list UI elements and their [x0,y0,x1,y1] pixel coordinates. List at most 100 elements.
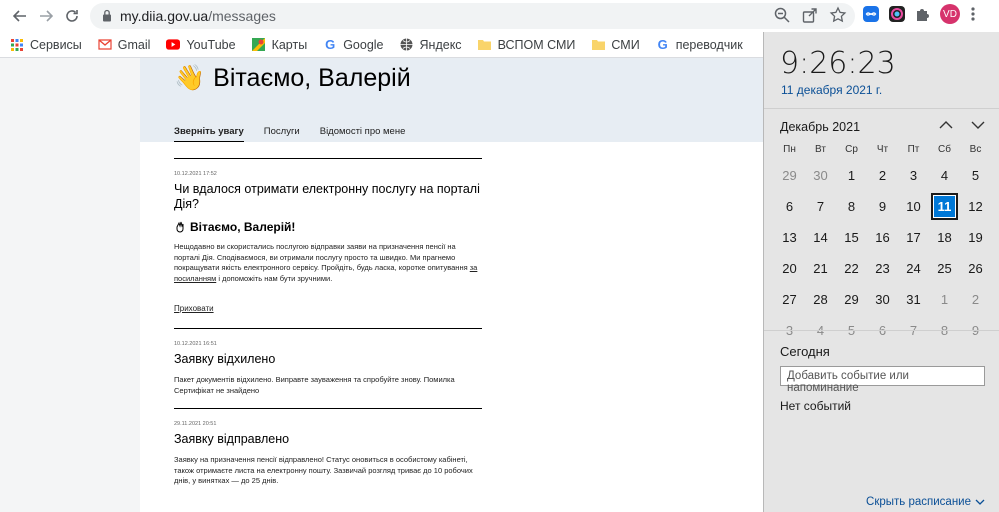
bookmark-label: переводчик [675,37,743,52]
calendar-day[interactable]: 22 [836,253,867,284]
chevron-down-icon [975,499,985,505]
calendar-day-today[interactable]: 11 [931,193,958,220]
calendar-day[interactable]: 6 [774,191,805,222]
bookmark-label: Сервисы [30,37,82,52]
calendar-day[interactable]: 2 [960,284,991,315]
extensions-puzzle-icon[interactable] [914,5,932,23]
calendar-day[interactable]: 19 [960,222,991,253]
calendar-day[interactable]: 20 [774,253,805,284]
arrow-left-icon [13,10,26,22]
clock-time: 9:26:23 [780,46,896,81]
address-bar[interactable]: my.diia.gov.ua/messages [90,3,855,29]
weekday-label: Вс [969,144,982,155]
calendar-day[interactable]: 28 [805,284,836,315]
bookmark-label: Google [343,37,384,52]
share-icon[interactable] [801,6,819,24]
forward-button[interactable] [34,4,58,28]
calendar-day[interactable]: 24 [898,253,929,284]
tab-bar: Зверніть увагу Послуги Відомості про мен… [174,126,425,142]
google-icon: G [657,37,668,52]
bookmark-google[interactable]: G Google [323,37,384,52]
calendar-day[interactable]: 27 [774,284,805,315]
calendar-day[interactable]: 31 [898,284,929,315]
calendar-day[interactable]: 26 [960,253,991,284]
extension-infinity-icon[interactable] [862,5,880,23]
tab-attention[interactable]: Зверніть увагу [174,126,244,142]
url-text: my.diia.gov.ua/messages [120,8,276,24]
apps-grid-icon [10,38,24,52]
calendar-day[interactable]: 3 [898,160,929,191]
bookmark-yandex[interactable]: Яндекс [400,38,462,52]
add-event-input[interactable]: Добавить событие или напоминание [780,366,985,394]
calendar-day[interactable]: 2 [867,160,898,191]
calendar-day[interactable]: 30 [805,160,836,191]
calendar-day[interactable]: 1 [929,284,960,315]
calendar-day[interactable]: 17 [898,222,929,253]
waving-hand-icon: 👋 [174,64,206,92]
calendar-day[interactable]: 29 [836,284,867,315]
calendar-day[interactable]: 10 [898,191,929,222]
divider [764,330,999,331]
page-title-text: Вітаємо, Валерій [213,64,411,92]
message-date: 10.12.2021 16:51 [174,341,217,347]
maps-icon [252,38,266,52]
extension-color-ring-icon[interactable] [888,5,906,23]
bookmark-apps[interactable]: Сервисы [10,38,82,52]
message-date: 10.12.2021 17:52 [174,171,217,177]
menu-kebab-icon[interactable] [968,5,978,23]
bookmark-translator[interactable]: G переводчик [656,37,743,52]
bookmark-folder-vspom[interactable]: ВСПОМ СМИ [478,37,576,52]
url-path: /messages [208,8,276,24]
hide-schedule-link[interactable]: Скрыть расписание [866,496,985,508]
calendar-day[interactable]: 4 [929,160,960,191]
calendar-month[interactable]: Декабрь 2021 [780,120,860,134]
youtube-icon [166,38,181,52]
chevron-up-icon[interactable] [939,118,953,132]
weekday-header: Пн Вт Ср Чт Пт Сб Вс [774,144,992,160]
tab-services[interactable]: Послуги [264,126,300,142]
arrow-right-icon [40,10,53,22]
calendar-day[interactable]: 23 [867,253,898,284]
back-button[interactable] [8,4,32,28]
message-date: 29.11.2021 20:51 [174,421,217,427]
calendar-day[interactable]: 29 [774,160,805,191]
calendar-day[interactable]: 1 [836,160,867,191]
calendar-day[interactable]: 13 [774,222,805,253]
calendar-day[interactable]: 9 [867,191,898,222]
hide-message-button[interactable]: Приховати [174,304,214,313]
calendar-day[interactable]: 8 [836,191,867,222]
calendar-day[interactable]: 18 [929,222,960,253]
zoom-icon[interactable] [773,6,791,24]
message-feed: 10.12.2021 17:52 Чи вдалося отримати еле… [174,158,482,499]
bookmark-youtube[interactable]: YouTube [166,38,236,52]
page-title: 👋 Вітаємо, Валерій [174,64,411,93]
message-body-text: Нещодавно ви скористались послугою відпр… [174,242,470,272]
lock-icon [103,9,111,22]
profile-avatar[interactable]: VD [940,4,960,24]
reload-button[interactable] [60,4,84,28]
bookmark-folder-smi[interactable]: СМИ [591,38,640,52]
hide-schedule-label: Скрыть расписание [866,496,971,508]
bookmark-maps[interactable]: Карты [252,38,307,52]
bookmark-label: ВСПОМ СМИ [497,37,576,52]
calendar-day[interactable]: 16 [867,222,898,253]
calendar-day[interactable]: 14 [805,222,836,253]
clock-date[interactable]: 11 декабря 2021 г. [781,83,882,97]
gmail-icon [98,38,112,52]
calendar-day[interactable]: 25 [929,253,960,284]
calendar-day[interactable]: 12 [960,191,991,222]
weekday-label: Чт [876,144,889,155]
chevron-down-icon[interactable] [971,118,985,132]
tab-about-me[interactable]: Відомості про мене [320,126,406,142]
calendar-day[interactable]: 5 [960,160,991,191]
star-icon[interactable] [829,6,847,24]
calendar-day[interactable]: 30 [867,284,898,315]
calendar-day[interactable]: 15 [836,222,867,253]
folder-icon [478,38,492,52]
calendar-day[interactable]: 21 [805,253,836,284]
calendar-day[interactable]: 7 [805,191,836,222]
calendar-days: 29 30 1 2 3 4 5 6 7 8 9 10 11 12 13 14 15 16 17 18 19 20 21 22 2… [774,160,992,346]
bookmark-gmail[interactable]: Gmail [98,38,150,52]
globe-icon [400,38,414,52]
url-host: my.diia.gov.ua [120,8,209,24]
